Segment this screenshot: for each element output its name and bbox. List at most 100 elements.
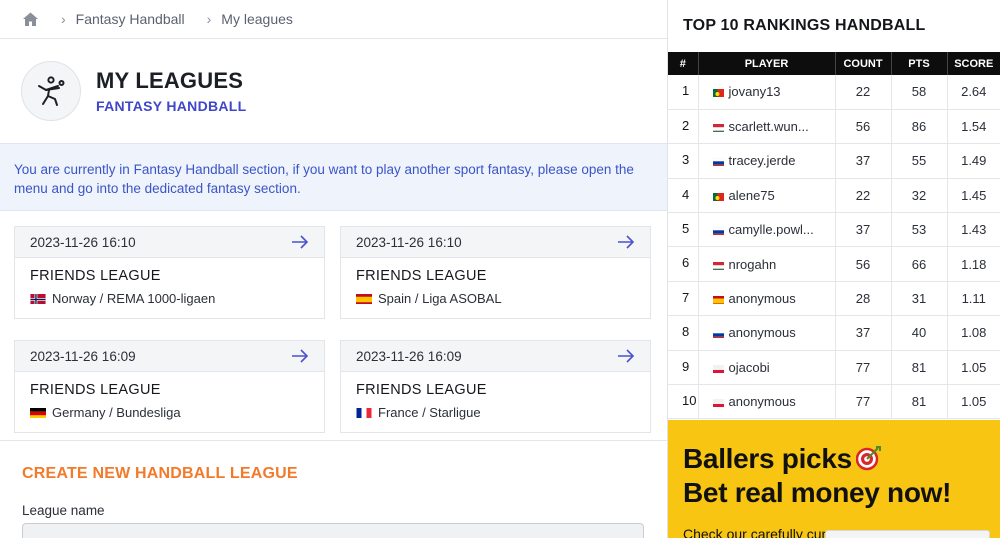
home-icon[interactable]: [22, 11, 39, 28]
breadcrumb-item-fantasy-handball[interactable]: Fantasy Handball: [76, 11, 185, 27]
league-card[interactable]: 2023-11-26 16:10 FRIENDS LEAGUE Norway /…: [14, 226, 325, 319]
leagues-grid: 2023-11-26 16:10 FRIENDS LEAGUE Norway /…: [0, 211, 667, 440]
score-cell: 1.08: [947, 315, 1000, 351]
table-row[interactable]: 8 anonymous 37 40 1.08: [668, 315, 1000, 351]
count-cell: 56: [835, 109, 892, 145]
player-name: anonymous: [728, 394, 796, 410]
rank-position: 8: [668, 315, 699, 351]
score-cell: 1.11: [947, 281, 1000, 317]
count-cell: 28: [835, 281, 892, 317]
russia-flag-icon: [712, 328, 724, 339]
league-name-input[interactable]: [22, 523, 644, 538]
player-name: alene75: [728, 187, 775, 203]
dart-target-icon: [855, 445, 882, 471]
count-cell: 37: [835, 315, 892, 351]
player-cell[interactable]: anonymous: [698, 384, 836, 420]
count-cell: 22: [835, 178, 892, 214]
arrow-right-icon[interactable]: [291, 349, 309, 363]
player-cell[interactable]: nrogahn: [698, 246, 836, 282]
league-country: Germany / Bundesliga: [52, 405, 181, 420]
player-name: jovany13: [728, 84, 781, 100]
table-row[interactable]: 2 scarlett.wun... 56 86 1.54: [668, 109, 1000, 145]
player-name: ojacobi: [728, 359, 770, 375]
table-row[interactable]: 4 alene75 22 32 1.45: [668, 178, 1000, 214]
league-date: 2023-11-26 16:09: [356, 348, 462, 364]
rank-position: 3: [668, 143, 699, 179]
score-cell: 2.64: [947, 75, 1000, 110]
league-title: FRIENDS LEAGUE: [30, 382, 161, 398]
chevron-right-icon: ›: [206, 11, 212, 27]
league-country: Norway / REMA 1000-ligaen: [52, 291, 216, 306]
breadcrumb-item-my-leagues: My leagues: [221, 11, 293, 27]
table-row[interactable]: 7 anonymous 28 31 1.11: [668, 281, 1000, 317]
rank-position: 9: [668, 350, 699, 386]
pts-cell: 86: [891, 109, 948, 145]
player-name: nrogahn: [728, 256, 777, 272]
info-banner: You are currently in Fantasy Handball se…: [0, 143, 667, 211]
promo-overlay-box: [825, 530, 990, 538]
page-subtitle: FANTASY HANDBALL: [96, 98, 247, 114]
player-cell[interactable]: alene75: [698, 178, 836, 214]
page-title: MY LEAGUES: [96, 68, 244, 93]
player-cell[interactable]: ojacobi: [698, 350, 836, 386]
pts-cell: 32: [891, 178, 948, 214]
table-row[interactable]: 3 tracey.jerde 37 55 1.49: [668, 143, 1000, 179]
league-date: 2023-11-26 16:10: [30, 234, 136, 250]
table-row[interactable]: 6 nrogahn 56 66 1.18: [668, 246, 1000, 282]
league-card[interactable]: 2023-11-26 16:10 FRIENDS LEAGUE Spain / …: [340, 226, 651, 319]
arrow-right-icon[interactable]: [291, 235, 309, 249]
breadcrumb: › Fantasy Handball › My leagues: [0, 0, 667, 39]
rank-position: 4: [668, 178, 699, 214]
russia-flag-icon: [712, 225, 724, 236]
count-cell: 22: [835, 75, 892, 110]
table-header-row: # PLAYER COUNT PTS SCORE: [668, 52, 1000, 75]
table-row[interactable]: 9 ojacobi 77 81 1.05: [668, 350, 1000, 386]
arrow-right-icon[interactable]: [617, 349, 635, 363]
pts-cell: 55: [891, 143, 948, 179]
player-name: tracey.jerde: [728, 153, 796, 169]
league-title: FRIENDS LEAGUE: [30, 268, 161, 284]
rank-position: 6: [668, 246, 699, 282]
table-row[interactable]: 5 camylle.powl... 37 53 1.43: [668, 212, 1000, 248]
arrow-right-icon[interactable]: [617, 235, 635, 249]
pts-cell: 81: [891, 384, 948, 420]
score-cell: 1.43: [947, 212, 1000, 248]
player-cell[interactable]: anonymous: [698, 315, 836, 351]
player-cell[interactable]: scarlett.wun...: [698, 109, 836, 145]
league-title: FRIENDS LEAGUE: [356, 268, 487, 284]
league-card[interactable]: 2023-11-26 16:09 FRIENDS LEAGUE France /…: [340, 340, 651, 433]
player-cell[interactable]: camylle.powl...: [698, 212, 836, 248]
rank-position: 2: [668, 109, 699, 145]
spain-flag-icon: [356, 293, 372, 304]
table-row[interactable]: 1 jovany13 22 58 2.64: [668, 75, 1000, 110]
pts-cell: 31: [891, 281, 948, 317]
score-cell: 1.05: [947, 350, 1000, 386]
page-header: MY LEAGUES FANTASY HANDBALL: [0, 39, 667, 143]
player-name: camylle.powl...: [728, 222, 814, 238]
league-country: Spain / Liga ASOBAL: [378, 291, 502, 306]
count-cell: 37: [835, 212, 892, 248]
league-card[interactable]: 2023-11-26 16:09 FRIENDS LEAGUE Germany …: [14, 340, 325, 433]
player-cell[interactable]: anonymous: [698, 281, 836, 317]
count-cell: 56: [835, 246, 892, 282]
portugal-flag-icon: [712, 87, 724, 98]
rank-position: 1: [668, 75, 699, 110]
hungary-flag-icon: [712, 260, 724, 270]
score-cell: 1.45: [947, 178, 1000, 214]
table-row[interactable]: 10 anonymous 77 81 1.05: [668, 384, 1000, 420]
column-header-rank: #: [668, 52, 699, 75]
spain-flag-icon: [712, 294, 724, 305]
rankings-pane: TOP 10 RANKINGS HANDBALL # PLAYER COUNT …: [668, 0, 1000, 538]
column-header-count: COUNT: [835, 52, 892, 75]
germany-flag-icon: [30, 407, 46, 418]
player-cell[interactable]: tracey.jerde: [698, 143, 836, 179]
score-cell: 1.54: [947, 109, 1000, 145]
pts-cell: 40: [891, 315, 948, 351]
score-cell: 1.18: [947, 246, 1000, 282]
poland-flag-icon: [712, 397, 724, 408]
column-header-player: PLAYER: [698, 52, 836, 75]
player-cell[interactable]: jovany13: [698, 75, 836, 110]
norway-flag-icon: [30, 293, 46, 304]
promo-banner[interactable]: Ballers picks Bet real money now! Check …: [668, 420, 1000, 538]
rank-position: 10: [668, 384, 699, 420]
